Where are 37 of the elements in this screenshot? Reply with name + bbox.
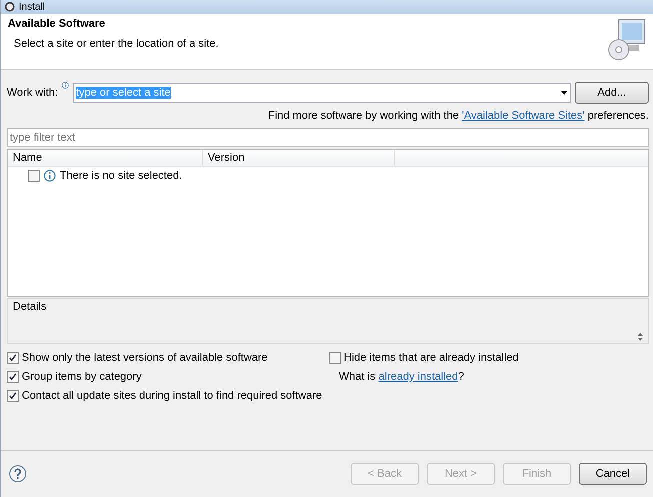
- scroll-arrows-icon: [638, 333, 643, 341]
- available-sites-link[interactable]: 'Available Software Sites': [462, 110, 585, 122]
- dropdown-arrow-icon: [561, 91, 568, 95]
- option-label: Group items by category: [22, 371, 142, 383]
- details-label: Details: [13, 301, 47, 315]
- option-label: Hide items that are already installed: [344, 352, 519, 364]
- checkbox[interactable]: [7, 390, 19, 402]
- check-mark-icon: [9, 373, 17, 381]
- find-more-text: Find more software by working with the: [268, 110, 460, 122]
- help-icon[interactable]: [9, 465, 27, 483]
- wizard-button[interactable]: Cancel: [579, 463, 647, 485]
- window-title: Install: [19, 2, 46, 12]
- column-header[interactable]: Version: [203, 150, 395, 166]
- page-title: Available Software: [8, 18, 106, 30]
- already-installed-link[interactable]: already installed: [378, 371, 458, 383]
- page-subtitle: Select a site or enter the location of a site.: [13, 38, 219, 50]
- checkbox[interactable]: [7, 371, 19, 383]
- computer-disc-icon: [607, 18, 647, 62]
- add-button[interactable]: Add...: [575, 82, 649, 104]
- option-label: Show only the latest versions of available software: [22, 352, 268, 364]
- work-with-label: Work with:: [7, 87, 58, 99]
- what-is-text: What is: [339, 371, 377, 383]
- app-icon: [5, 2, 15, 12]
- info-icon: [62, 82, 70, 89]
- checkbox[interactable]: [7, 352, 19, 364]
- column-header[interactable]: Name: [8, 150, 203, 166]
- checkbox[interactable]: [28, 170, 40, 182]
- checkbox[interactable]: [329, 352, 341, 364]
- question-mark-text: ?: [458, 371, 464, 383]
- info-icon: [44, 170, 56, 182]
- find-more-text-end: preferences.: [586, 110, 649, 122]
- option-label: Contact all update sites during install to find required software: [22, 390, 322, 402]
- table-cell: There is no site selected.: [60, 170, 182, 182]
- check-mark-icon: [9, 354, 17, 362]
- check-mark-icon: [9, 392, 17, 400]
- filter-field[interactable]: type filter text: [7, 128, 649, 147]
- site-combo-box[interactable]: type or select a site: [73, 83, 571, 103]
